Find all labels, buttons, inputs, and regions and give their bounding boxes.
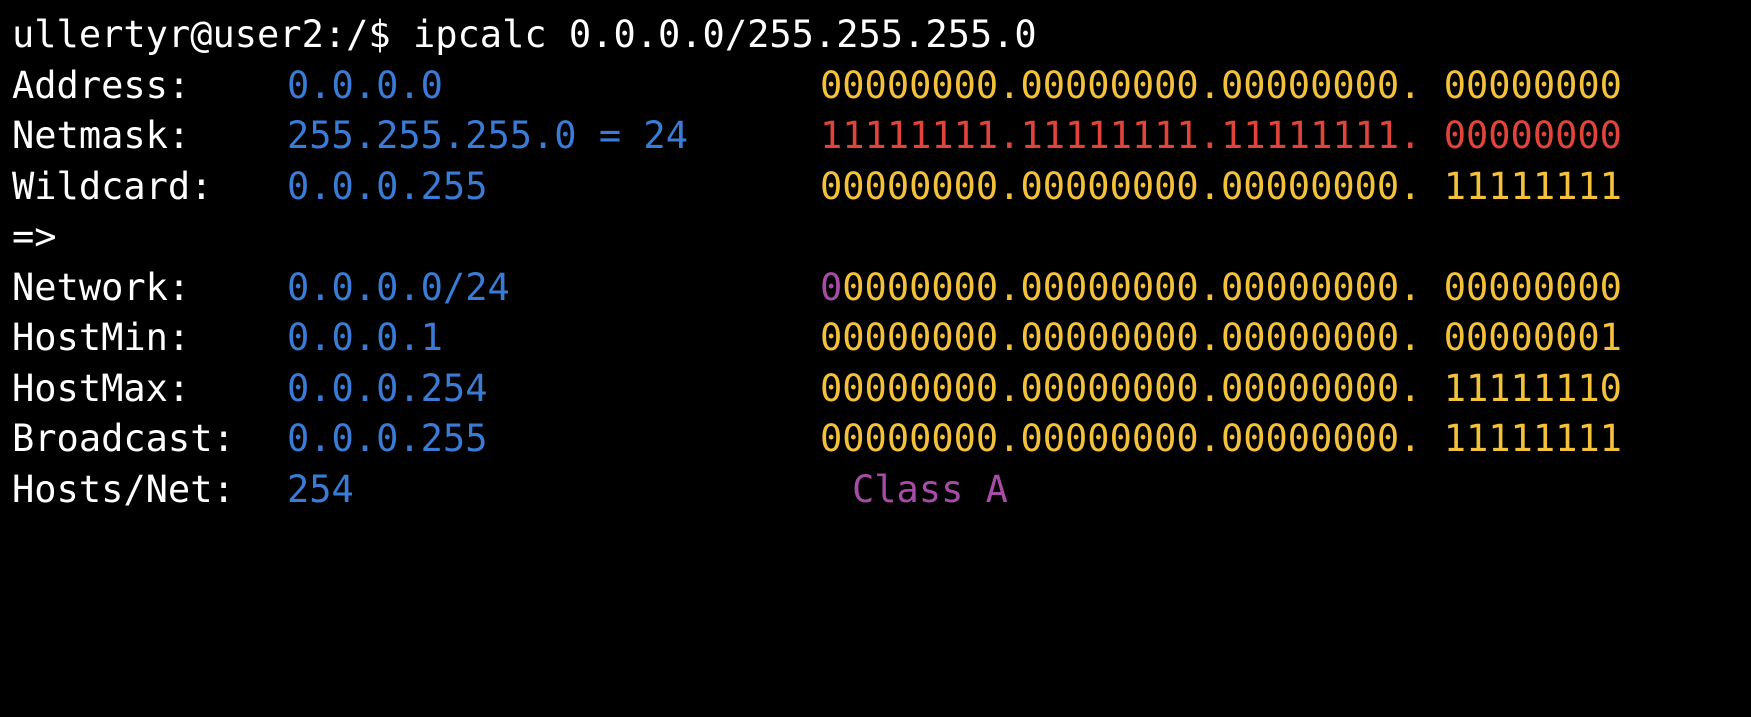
netmask-value: 255.255.255.0 = 24: [287, 114, 688, 157]
network-binary: 00000000.00000000.00000000. 00000000: [820, 263, 1622, 314]
hostmin-binary: 00000000.00000000.00000000. 00000001: [820, 316, 1622, 359]
terminal-window[interactable]: ullertyr@user2:/$ ipcalc 0.0.0.0/255.255…: [0, 0, 1751, 529]
address-label: Address:: [12, 63, 191, 107]
broadcast-label: Broadcast:: [12, 417, 235, 460]
hostmin-label: HostMin:: [12, 316, 191, 359]
network-class: Class A: [852, 467, 1008, 511]
hostmax-value: 0.0.0.254: [287, 366, 488, 410]
hostmax-binary: 00000000.00000000.00000000. 11111110: [820, 366, 1622, 410]
wildcard-label: Wildcard:: [12, 164, 213, 208]
netmask-row: Netmask: 255.255.255.0 = 24 11111111.111…: [12, 111, 1751, 162]
hosts-value: 254: [287, 467, 354, 511]
command-line: ullertyr@user2:/$ ipcalc 0.0.0.0/255.255…: [12, 10, 1751, 61]
hostmax-row: HostMax: 0.0.0.254 00000000.00000000.000…: [12, 364, 1751, 415]
hostmax-label: HostMax:: [12, 366, 191, 410]
hostmin-row: HostMin: 0.0.0.1 00000000.00000000.00000…: [12, 313, 1751, 364]
wildcard-binary: 00000000.00000000.00000000. 11111111: [820, 164, 1622, 208]
broadcast-binary: 00000000.00000000.00000000. 11111111: [820, 417, 1622, 460]
command-text: ipcalc 0.0.0.0/255.255.255.0: [412, 13, 1037, 56]
netmask-label: Netmask:: [12, 114, 191, 157]
wildcard-row: Wildcard: 0.0.0.255 00000000.00000000.00…: [12, 162, 1751, 213]
netmask-binary: 11111111.11111111.11111111. 00000000: [820, 114, 1622, 157]
arrow-text: =>: [12, 215, 57, 258]
wildcard-value: 0.0.0.255: [287, 164, 488, 208]
address-value: 0.0.0.0: [287, 63, 443, 107]
broadcast-value: 0.0.0.255: [287, 417, 488, 460]
hosts-label: Hosts/Net:: [12, 467, 235, 511]
hosts-row: Hosts/Net: 254 Class A: [12, 465, 1751, 516]
address-row: Address: 0.0.0.0 00000000.00000000.00000…: [12, 61, 1751, 112]
network-row: Network: 0.0.0.0/24 00000000.00000000.00…: [12, 263, 1751, 314]
network-label: Network:: [12, 265, 191, 309]
shell-prompt: ullertyr@user2:/$: [12, 13, 413, 56]
address-binary: 00000000.00000000.00000000. 00000000: [820, 63, 1622, 107]
network-bit: 0: [820, 265, 843, 309]
network-value: 0.0.0.0/24: [287, 265, 510, 309]
broadcast-row: Broadcast: 0.0.0.255 00000000.00000000.0…: [12, 414, 1751, 465]
network-binary-rest: 0000000.00000000.00000000. 00000000: [842, 265, 1622, 309]
arrow-row: =>: [12, 212, 1751, 263]
hostmin-value: 0.0.0.1: [287, 316, 443, 359]
